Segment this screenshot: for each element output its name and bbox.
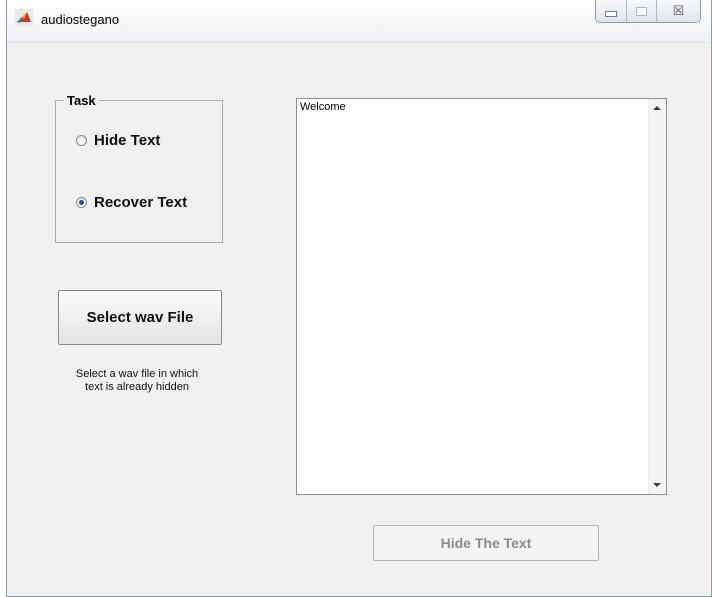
radio-label: Recover Text (94, 194, 188, 211)
matlab-icon (15, 9, 33, 27)
hint-line-1: Select a wav file in which (75, 368, 199, 380)
radio-button-icon[interactable] (76, 135, 87, 146)
output-textbox[interactable]: Welcome (296, 98, 667, 495)
hide-the-text-button[interactable]: Hide The Text (373, 525, 599, 561)
title-bar[interactable]: audiostegano ☒ (7, 0, 711, 43)
window-title: audiostegano (41, 12, 120, 27)
client-area: Task Hide Text Recover Text Select wav F… (7, 43, 711, 596)
radio-button-selected-icon[interactable] (76, 197, 87, 208)
app-window: audiostegano ☒ Task Hide Text Recover Te… (6, 0, 712, 597)
scroll-down-arrow-icon[interactable] (653, 483, 661, 487)
scroll-up-arrow-icon[interactable] (653, 106, 661, 110)
radio-recover-text[interactable]: Recover Text (76, 194, 187, 211)
maximize-icon (636, 6, 647, 16)
radio-label: Hide Text (94, 132, 161, 149)
window-controls: ☒ (595, 0, 701, 23)
radio-hide-text[interactable]: Hide Text (76, 132, 160, 149)
task-group: Task Hide Text Recover Text (55, 93, 223, 243)
maximize-button[interactable] (626, 0, 656, 22)
minimize-icon (605, 11, 617, 17)
hint-text: Select a wav file in which text is alrea… (47, 368, 227, 394)
textbox-content: Welcome (300, 101, 346, 113)
vertical-scrollbar[interactable] (648, 99, 666, 494)
hint-line-2: text is already hidden (85, 381, 189, 393)
minimize-button[interactable] (596, 0, 626, 22)
select-wav-file-button[interactable]: Select wav File (58, 290, 222, 345)
close-button[interactable]: ☒ (656, 0, 700, 22)
close-icon: ☒ (672, 3, 685, 18)
task-legend: Task (67, 93, 96, 108)
